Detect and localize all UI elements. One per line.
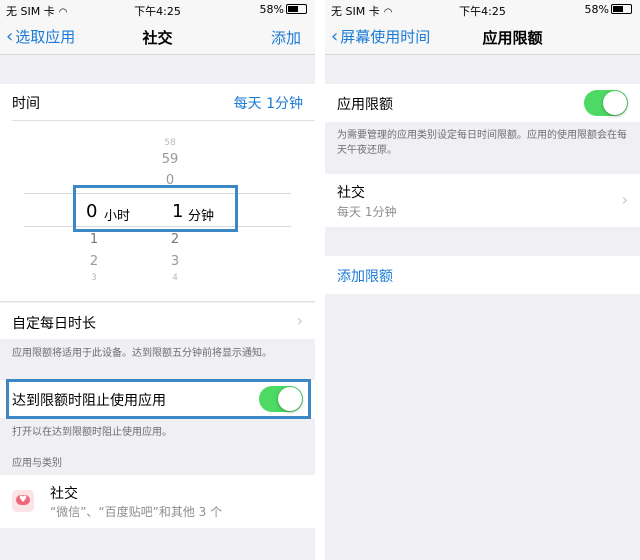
chevron-left-icon: ‹ bbox=[331, 26, 339, 47]
picker-hour-1: 1 bbox=[89, 232, 99, 247]
category-limit-row[interactable]: 社交 每天 1分钟 › bbox=[325, 174, 640, 227]
picker-highlight-box bbox=[73, 185, 238, 232]
status-bar: 无 SIM 卡 ◠ 下午4:25 58% bbox=[325, 0, 640, 18]
time-label: 时间 bbox=[12, 96, 40, 112]
app-limits-row: 应用限额 bbox=[325, 84, 640, 122]
app-limits-label: 应用限额 bbox=[337, 97, 393, 113]
social-chat-icon: ♥ bbox=[12, 490, 34, 512]
add-limit-button[interactable]: 添加限额 bbox=[337, 266, 393, 286]
add-limit-row[interactable]: 添加限额 bbox=[325, 256, 640, 294]
app-category-detail: “微信”、“百度贴吧”和其他 3 个 bbox=[50, 505, 223, 519]
section-header-apps: 应用与类别 bbox=[12, 458, 62, 469]
chevron-right-icon: › bbox=[621, 190, 628, 209]
picker-hour-2: 2 bbox=[89, 254, 99, 269]
screen-right: 无 SIM 卡 ◠ 下午4:25 58% ‹ 屏幕使用时间 应用限额 应用限额 为需… bbox=[325, 0, 640, 560]
screen-left: 无 SIM 卡 ◠ 下午4:25 58% ‹ 选取应用 社交 添加 时间 每天 1分… bbox=[0, 0, 315, 560]
picker-minute-4: 4 bbox=[172, 273, 178, 283]
custom-daily-label: 自定每日时长 bbox=[12, 316, 96, 332]
picker-minute-3: 3 bbox=[170, 254, 180, 269]
battery-percent: 58% bbox=[259, 3, 284, 16]
app-category-row[interactable]: ♥ 社交 “微信”、“百度贴吧”和其他 3 个 bbox=[0, 475, 315, 528]
picker-minute-2: 2 bbox=[170, 232, 180, 247]
limit-note: 应用限额将适用于此设备。达到限额五分钟前将显示通知。 bbox=[12, 348, 272, 359]
battery-icon bbox=[611, 4, 632, 14]
app-category-name: 社交 bbox=[50, 486, 78, 502]
category-detail: 每天 1分钟 bbox=[337, 205, 397, 219]
custom-daily-row[interactable]: 自定每日时长 › bbox=[0, 303, 315, 339]
page-title: 应用限额 bbox=[482, 29, 543, 47]
chevron-right-icon: › bbox=[296, 311, 303, 330]
status-bar: 无 SIM 卡 ◠ 下午4:25 58% bbox=[0, 0, 315, 18]
block-note: 打开以在达到限额时阻止使用应用。 bbox=[12, 427, 172, 438]
page-title: 社交 bbox=[142, 29, 173, 47]
nav-bar: ‹ 屏幕使用时间 应用限额 bbox=[325, 18, 640, 55]
picker-hour-58: 58 bbox=[164, 138, 176, 148]
nav-bar: ‹ 选取应用 社交 添加 bbox=[0, 18, 315, 55]
picker-hour-3: 3 bbox=[91, 273, 97, 283]
picker-hour-59: 59 bbox=[161, 152, 179, 167]
add-button[interactable]: 添加 bbox=[271, 27, 301, 48]
category-name: 社交 bbox=[337, 185, 365, 201]
time-value[interactable]: 每天 1分钟 bbox=[234, 93, 303, 113]
battery-percent: 58% bbox=[584, 3, 609, 16]
battery-icon bbox=[286, 4, 307, 14]
block-row-highlight-box bbox=[6, 379, 311, 419]
app-limits-note: 为需要管理的应用类别设定每日时间限额。应用的使用限额会在每天午夜还原。 bbox=[337, 130, 627, 156]
app-limits-toggle[interactable] bbox=[584, 90, 628, 116]
